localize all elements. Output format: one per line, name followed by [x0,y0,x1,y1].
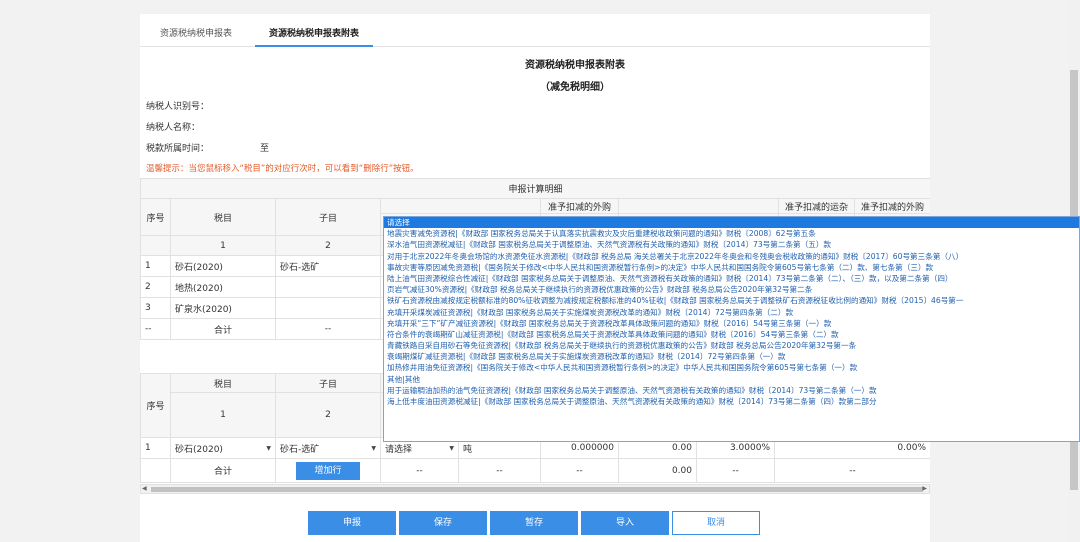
import-button[interactable]: 导入 [581,511,669,535]
chevron-down-icon: ▼ [371,444,376,452]
total-dash: -- [380,458,459,483]
horizontal-scrollbar[interactable]: ◀ ▶ [140,484,930,494]
total-no: -- [140,318,171,340]
row-sub [275,276,381,298]
col-header-deduct-purchase: 准予扣减的外购 [540,198,619,214]
total-sub: -- [275,318,381,340]
scroll-left-icon[interactable]: ◀ [142,485,147,492]
dropdown-option[interactable]: 符合条件的衰竭期矿山减征资源税|《财政部 国家税务总局关于资源税改革具体政策问题… [384,329,1079,340]
dropdown-option[interactable]: 事故灾害等原因减免资源税|《国务院关于修改<中华人民共和国资源税暂行条例>的决定… [384,262,1079,273]
dropdown-option[interactable]: 陆上油气田资源税综合性减征|《财政部 国家税务总局关于调整原油、天然气资源税有关… [384,273,1079,284]
scroll-right-icon[interactable]: ▶ [922,485,927,492]
col-header-no: 序号 [140,373,171,438]
item-select[interactable]: 砂石(2020) ▼ [170,437,276,459]
row-no: 1 [140,437,171,459]
row-sub: 砂石-选矿 [275,255,381,277]
save-button[interactable]: 保存 [399,511,487,535]
total-label: 合计 [170,458,276,483]
row-item[interactable]: 矿泉水(2020) [170,297,276,319]
row-sub [275,297,381,319]
section-header: 申报计算明细 [140,178,930,199]
form-subtitle: （减免税明细） [540,82,610,93]
col-header-deduct-purchase-2: 准予扣减的外购 [853,198,930,214]
sub-select-value: 砂石-选矿 [280,444,320,455]
row-no: 1 [140,255,171,277]
tab-bar: 资源税纳税申报表 资源税纳税申报表附表 [140,20,930,47]
dropdown-option[interactable]: 深水油气田资源税减征|《财政部 国家税务总局关于调整原油、天然气资源税有关政策的… [384,239,1079,250]
row-no: 2 [140,276,171,298]
dropdown-option[interactable]: 铁矿石资源税由减按规定税额标准的80%征收调整为减按规定税额标准的40%征收|《… [384,295,1079,306]
reduction-dropdown-list[interactable]: 请选择 地震灾害减免资源税|《财政部 国家税务总局关于认真落实抗震救灾及灾后重建… [383,216,1080,442]
dropdown-option[interactable]: 其他|其他 [384,374,1079,385]
taxpayer-id-label: 纳税人识别号： [146,102,210,112]
col-header-item: 税目 [170,373,276,393]
total-dash: -- [540,458,619,483]
tax-period-label: 税款所属时间： [146,144,210,154]
dropdown-option[interactable]: 地震灾害减免资源税|《财政部 国家税务总局关于认真落实抗震救灾及灾后重建税收政策… [384,228,1079,239]
total-dash: -- [774,458,930,483]
col-number-1: 1 [170,392,276,438]
cancel-button[interactable]: 取消 [672,511,760,535]
dropdown-option[interactable]: 衰竭期煤矿减征资源税|《财政部 国家税务总局关于实施煤炭资源税改革的通知》财税〔… [384,351,1079,362]
total-row: 合计 增加行 -- -- -- 0.00 -- -- [140,458,930,483]
total-amount: 0.00 [618,458,697,483]
row-item[interactable]: 地热(2020) [170,276,276,298]
tab-resource-tax-return[interactable]: 资源税纳税申报表 [160,26,232,45]
form-title: 资源税纳税申报表附表 [525,60,625,71]
col-header-sub: 子目 [275,373,381,393]
tax-period-to: 至 [260,144,270,154]
col-number-1: 1 [170,235,276,256]
dropdown-option[interactable]: 请选择 [384,217,1079,229]
warning-tip: 温馨提示：当您鼠标移入“税目”的对应行次时，可以看到“删除行”按钮。 [146,164,419,174]
dropdown-option[interactable]: 充填开采煤炭减征资源税|《财政部 国家税务总局关于实施煤炭资源税改革的通知》财税… [384,307,1079,318]
scrollbar-thumb[interactable] [151,487,923,492]
add-row-button[interactable]: 增加行 [296,461,360,480]
dropdown-option[interactable]: 加热修井用油免征资源税|《国务院关于修改<中华人民共和国资源税暂行条例>的决定》… [384,362,1079,373]
chevron-down-icon: ▼ [266,444,271,452]
total-dash: -- [696,458,775,483]
col-header-item: 税目 [170,198,276,236]
col-number-2: 2 [275,392,381,438]
dropdown-option[interactable]: 青藏铁路自采自用砂石等免征资源税|《财政部 税务总局关于继续执行的资源税优惠政策… [384,340,1079,351]
chevron-down-icon: ▼ [449,444,454,452]
tab-resource-tax-schedule[interactable]: 资源税纳税申报表附表 [254,26,374,47]
taxpayer-name-label: 纳税人名称： [146,123,201,133]
hold-button[interactable]: 暂存 [490,511,578,535]
reduction-select-value: 请选择 [385,444,413,455]
row-no: 3 [140,297,171,319]
declare-button[interactable]: 申报 [308,511,396,535]
dropdown-option[interactable]: 用于运输稠油加热的油气免征资源税|《财政部 国家税务总局关于调整原油、天然气资源… [384,385,1079,396]
row-item[interactable]: 砂石(2020) [170,255,276,277]
dropdown-option[interactable]: 充填开采“三下”矿产减征资源税|《财政部 国家税务总局关于资源税改革具体政策问题… [384,318,1079,329]
col-header-deduct-transport: 准予扣减的运杂 [778,198,855,214]
dropdown-option[interactable]: 海上低丰度油田资源税减征|《财政部 国家税务总局关于调整原油、天然气资源税有关政… [384,396,1079,407]
dropdown-option[interactable] [384,407,1079,418]
sub-select[interactable]: 砂石-选矿 ▼ [275,437,381,459]
col-number-2: 2 [275,235,381,256]
col-header-no: 序号 [140,198,171,236]
dropdown-option[interactable]: 对用于北京2022年冬奥会场馆的水资源免征水资源税|《财政部 税务总局 海关总署… [384,251,1079,262]
col-header-sub: 子目 [275,198,381,236]
total-dash: -- [458,458,541,483]
total-label: 合计 [170,318,276,340]
dropdown-option[interactable]: 页岩气减征30%资源税|《财政部 税务总局关于继续执行的资源税优惠政策的公告》财… [384,284,1079,295]
item-select-value: 砂石(2020) [175,444,223,455]
